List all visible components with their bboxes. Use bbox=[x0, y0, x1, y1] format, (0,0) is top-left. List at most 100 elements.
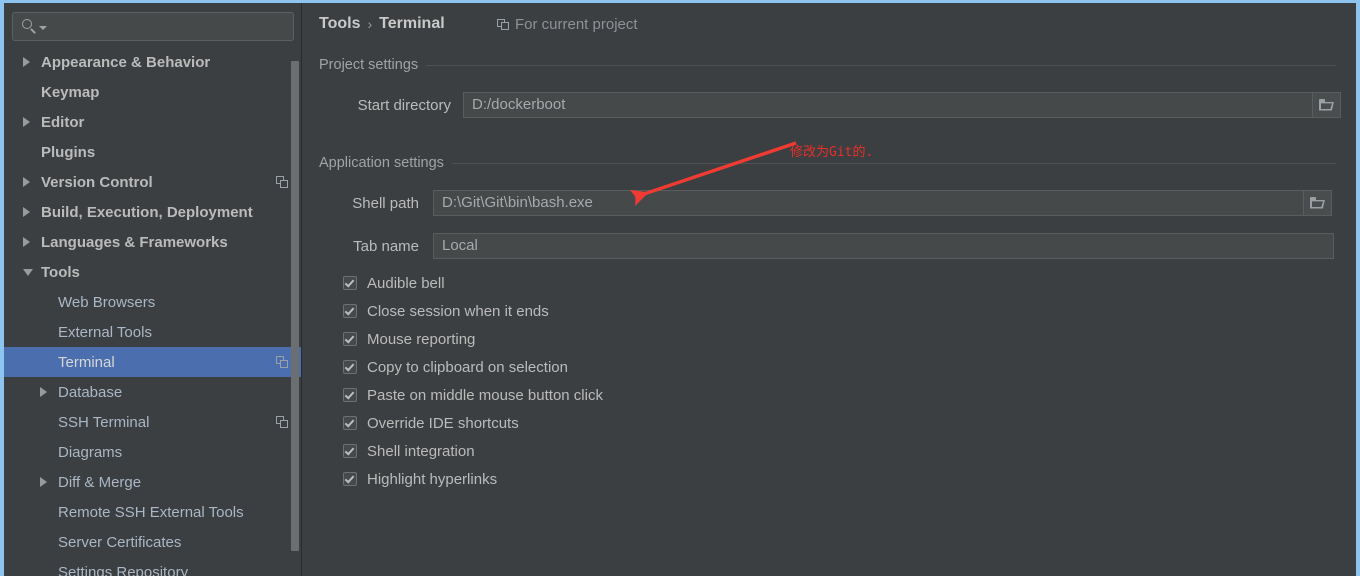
sidebar-item-keymap[interactable]: Keymap bbox=[4, 77, 301, 107]
sidebar-item-label: Languages & Frameworks bbox=[41, 233, 228, 251]
checkbox-override-ide-shortcuts[interactable] bbox=[343, 416, 357, 430]
shell-path-input[interactable]: D:\Git\Git\bin\bash.exe bbox=[433, 190, 1304, 216]
search-input[interactable] bbox=[12, 12, 294, 41]
checkbox-row[interactable]: Highlight hyperlinks bbox=[343, 465, 603, 493]
sidebar-item-build-execution-deployment[interactable]: Build, Execution, Deployment bbox=[4, 197, 301, 227]
checkbox-row[interactable]: Paste on middle mouse button click bbox=[343, 381, 603, 409]
search-icon bbox=[22, 19, 37, 34]
sidebar-item-external-tools[interactable]: External Tools bbox=[4, 317, 301, 347]
sidebar-scrollbar-thumb[interactable] bbox=[291, 61, 299, 551]
breadcrumb-current: Terminal bbox=[379, 15, 445, 32]
checkbox-row[interactable]: Copy to clipboard on selection bbox=[343, 353, 603, 381]
annotation-text: 修改为Git的. bbox=[790, 145, 874, 160]
checkbox-close-session-when-it-ends[interactable] bbox=[343, 304, 357, 318]
section-project-settings: Project settings bbox=[319, 57, 1336, 73]
tab-name-input[interactable]: Local bbox=[433, 233, 1334, 259]
checkbox-label: Override IDE shortcuts bbox=[367, 414, 519, 432]
shell-path-browse-button[interactable] bbox=[1304, 190, 1332, 216]
checkbox-row[interactable]: Mouse reporting bbox=[343, 325, 603, 353]
tab-name-label: Tab name bbox=[353, 237, 419, 255]
shell-path-label: Shell path bbox=[352, 194, 419, 212]
sidebar-item-label: SSH Terminal bbox=[58, 413, 150, 431]
sidebar-item-label: Diff & Merge bbox=[58, 473, 142, 491]
sidebar-item-version-control[interactable]: Version Control bbox=[4, 167, 301, 197]
chevron-right-icon[interactable] bbox=[23, 177, 30, 187]
sidebar-item-languages-frameworks[interactable]: Languages & Frameworks bbox=[4, 227, 301, 257]
start-directory-label: Start directory bbox=[357, 96, 451, 114]
checkbox-label: Copy to clipboard on selection bbox=[367, 358, 568, 376]
checkbox-paste-on-middle-mouse-button-click[interactable] bbox=[343, 388, 357, 402]
section-title: Project settings bbox=[319, 57, 419, 73]
checkbox-audible-bell[interactable] bbox=[343, 276, 357, 290]
terminal-options-list: Audible bell Close session when it ends Mo… bbox=[343, 269, 603, 493]
sidebar-item-ssh-terminal[interactable]: SSH Terminal bbox=[4, 407, 301, 437]
checkbox-mouse-reporting[interactable] bbox=[343, 332, 357, 346]
checkbox-label: Shell integration bbox=[367, 442, 475, 460]
settings-main-panel: Tools › Terminal For current project Pro… bbox=[303, 3, 1356, 576]
chevron-right-icon[interactable] bbox=[40, 477, 47, 487]
start-directory-browse-button[interactable] bbox=[1313, 92, 1341, 118]
sidebar-item-label: Plugins bbox=[41, 143, 96, 161]
breadcrumb-parent[interactable]: Tools bbox=[319, 15, 360, 33]
tab-name-row: Tab name Local bbox=[319, 233, 1334, 259]
sidebar-item-remote-ssh-external-tools[interactable]: Remote SSH External Tools bbox=[4, 497, 301, 527]
copy-icon bbox=[276, 356, 288, 368]
checkbox-label: Paste on middle mouse button click bbox=[367, 386, 603, 404]
sidebar-item-server-certificates[interactable]: Server Certificates bbox=[4, 527, 301, 557]
settings-dialog: Appearance & Behavior Keymap Editor Plugins… bbox=[0, 0, 1360, 576]
chevron-right-icon[interactable] bbox=[23, 237, 30, 247]
sidebar-item-tools[interactable]: Tools bbox=[4, 257, 301, 287]
copy-icon bbox=[276, 176, 288, 188]
sidebar-item-label: Appearance & Behavior bbox=[41, 53, 211, 71]
checkbox-highlight-hyperlinks[interactable] bbox=[343, 472, 357, 486]
chevron-right-icon[interactable] bbox=[23, 207, 30, 217]
sidebar-item-label: Version Control bbox=[41, 173, 153, 191]
settings-sidebar: Appearance & Behavior Keymap Editor Plugins… bbox=[4, 3, 302, 576]
sidebar-scrollbar[interactable] bbox=[290, 47, 300, 576]
start-directory-row: Start directory D:/dockerboot bbox=[319, 92, 1341, 118]
sidebar-item-editor[interactable]: Editor bbox=[4, 107, 301, 137]
breadcrumb: Tools › Terminal bbox=[319, 15, 445, 33]
search-field-wrapper bbox=[12, 12, 294, 41]
sidebar-item-label: Editor bbox=[41, 113, 85, 131]
sidebar-item-database[interactable]: Database bbox=[4, 377, 301, 407]
chevron-down-icon[interactable] bbox=[39, 26, 47, 30]
folder-icon bbox=[1310, 197, 1325, 209]
sidebar-item-web-browsers[interactable]: Web Browsers bbox=[4, 287, 301, 317]
sidebar-item-label: Diagrams bbox=[58, 443, 123, 461]
sidebar-item-label: Server Certificates bbox=[58, 533, 182, 551]
checkbox-label: Audible bell bbox=[367, 274, 445, 292]
shell-path-row: Shell path D:\Git\Git\bin\bash.exe bbox=[319, 190, 1332, 216]
chevron-right-icon[interactable] bbox=[23, 117, 30, 127]
section-title: Application settings bbox=[319, 155, 444, 171]
sidebar-item-diagrams[interactable]: Diagrams bbox=[4, 437, 301, 467]
breadcrumb-separator: › bbox=[367, 16, 373, 32]
checkbox-row[interactable]: Close session when it ends bbox=[343, 297, 603, 325]
sidebar-item-label: External Tools bbox=[58, 323, 152, 341]
checkbox-label: Mouse reporting bbox=[367, 330, 476, 348]
copy-icon bbox=[497, 18, 509, 31]
sidebar-item-diff-merge[interactable]: Diff & Merge bbox=[4, 467, 301, 497]
scope-label-text: For current project bbox=[515, 16, 638, 33]
chevron-right-icon[interactable] bbox=[23, 57, 30, 67]
sidebar-item-label: Settings Repository bbox=[58, 563, 189, 576]
sidebar-item-appearance-behavior[interactable]: Appearance & Behavior bbox=[4, 47, 301, 77]
checkbox-copy-to-clipboard-on-selection[interactable] bbox=[343, 360, 357, 374]
chevron-right-icon[interactable] bbox=[40, 387, 47, 397]
checkbox-row[interactable]: Shell integration bbox=[343, 437, 603, 465]
sidebar-item-label: Build, Execution, Deployment bbox=[41, 203, 253, 221]
sidebar-item-settings-repository[interactable]: Settings Repository bbox=[4, 557, 301, 576]
sidebar-item-label: Keymap bbox=[41, 83, 100, 101]
start-directory-input[interactable]: D:/dockerboot bbox=[463, 92, 1313, 118]
sidebar-item-plugins[interactable]: Plugins bbox=[4, 137, 301, 167]
sidebar-item-label: Database bbox=[58, 383, 123, 401]
checkbox-label: Highlight hyperlinks bbox=[367, 470, 498, 488]
copy-icon bbox=[276, 416, 288, 428]
section-divider bbox=[451, 162, 1336, 164]
chevron-down-icon[interactable] bbox=[23, 268, 33, 276]
checkbox-row[interactable]: Override IDE shortcuts bbox=[343, 409, 603, 437]
sidebar-item-terminal[interactable]: Terminal bbox=[4, 347, 301, 377]
checkbox-shell-integration[interactable] bbox=[343, 444, 357, 458]
settings-tree: Appearance & Behavior Keymap Editor Plugins… bbox=[4, 47, 301, 576]
checkbox-row[interactable]: Audible bell bbox=[343, 269, 603, 297]
